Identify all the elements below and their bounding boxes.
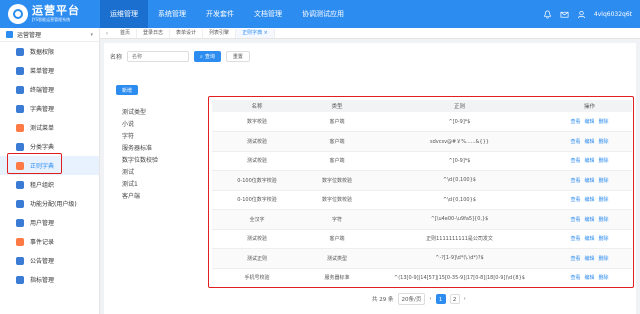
menu-icon [16, 180, 24, 189]
type-list-item[interactable]: 服务器标准 [122, 143, 192, 155]
reset-button[interactable]: 重置 [225, 51, 250, 62]
topnav-item-system[interactable]: 系统管理 [148, 0, 196, 28]
page-tabs-bar: ‹ 首页 登录日志 表单设计 列表引擎 正则字典 × [100, 28, 640, 39]
chevron-left-icon[interactable]: ‹ [100, 30, 114, 37]
app-logo[interactable]: 运营平台 JYS智能运营管理系统 [0, 4, 100, 24]
sidebar-item-data-permission[interactable]: 数据权限 [0, 42, 99, 61]
menu-icon [16, 85, 24, 94]
highlight-box-table [208, 96, 634, 288]
sidebar-group-label: 运营管理 [17, 32, 42, 39]
user-icon[interactable] [577, 10, 586, 19]
type-list-item[interactable]: 测试类型 [122, 107, 192, 119]
pagination: 共 29 条 20条/页 ‹ 1 2 › [372, 293, 466, 305]
tab-login-log[interactable]: 登录日志 [137, 28, 171, 38]
bell-icon[interactable] [543, 10, 552, 19]
chevron-left-icon[interactable]: ‹ [429, 296, 431, 302]
menu-icon [16, 237, 24, 246]
top-nav: 运维管理 系统管理 开发套件 文档管理 协调测试应用 [100, 0, 354, 28]
sidebar-item-tenant-org[interactable]: 租户组织 [0, 175, 99, 194]
top-right-tools: 4vlq6032q6t [543, 0, 632, 28]
tab-form-design[interactable]: 表单设计 [170, 28, 204, 38]
top-bar: 运营平台 JYS智能运营管理系统 运维管理 系统管理 开发套件 文档管理 协调测… [0, 0, 640, 28]
type-list-item[interactable]: 客户端 [122, 191, 192, 203]
grid-icon [6, 31, 13, 38]
sidebar-item-menu-management[interactable]: 菜单管理 [0, 61, 99, 80]
sidebar-item-event-log[interactable]: 事件记录 [0, 232, 99, 251]
sidebar-item-user-management[interactable]: 用户管理 [0, 213, 99, 232]
topnav-item-docs[interactable]: 文档管理 [244, 0, 292, 28]
total-count: 共 29 条 [372, 297, 394, 303]
logo-icon [8, 4, 28, 24]
mail-icon[interactable] [560, 10, 569, 19]
topnav-item-dev-kit[interactable]: 开发套件 [196, 0, 244, 28]
menu-icon [16, 123, 24, 132]
type-list-item[interactable]: 数字位数校验 [122, 155, 192, 167]
app-subtitle: JYS智能运营管理系统 [32, 17, 71, 22]
sidebar-item-terminal-management[interactable]: 终端管理 [0, 80, 99, 99]
search-label: 名称 [110, 54, 123, 61]
chevron-right-icon[interactable]: › [464, 296, 466, 302]
menu-icon [16, 199, 24, 208]
add-button[interactable]: 新增 [116, 85, 139, 95]
tab-list-engine[interactable]: 列表引擎 [203, 28, 237, 38]
page-button[interactable]: 1 [435, 294, 446, 304]
sidebar-item-dictionary[interactable]: 字典管理 [0, 99, 99, 118]
menu-icon [16, 104, 24, 113]
menu-icon [16, 142, 24, 151]
sidebar-item-test-menu[interactable]: 测试菜单 [0, 118, 99, 137]
page-size-select[interactable]: 20条/页 [397, 293, 426, 305]
menu-icon [16, 66, 24, 75]
tab-home[interactable]: 首页 [114, 28, 138, 38]
type-list-item[interactable]: 字符 [122, 131, 192, 143]
name-search-input[interactable] [127, 51, 190, 62]
menu-icon [16, 218, 24, 227]
tab-regex-dictionary[interactable]: 正则字典 × [236, 28, 275, 38]
sidebar-item-function-assignment[interactable]: 功能分配(用户级) [0, 194, 99, 213]
main-content: 名称 ⌕查询 重置 新增 测试类型 小说 字符 服务器标准 数字位数校验 测试 … [104, 43, 636, 314]
sidebar-item-metrics[interactable]: 指标管理 [0, 270, 99, 289]
menu-icon [16, 256, 24, 265]
search-icon: ⌕ [200, 53, 203, 60]
type-list-item[interactable]: 测试 [122, 167, 192, 179]
menu-icon [16, 275, 24, 284]
chevron-down-icon: ▾ [90, 31, 93, 38]
highlight-box-sidebar [7, 153, 62, 174]
topnav-item-ops[interactable]: 运维管理 [100, 0, 148, 28]
user-name[interactable]: 4vlq6032q6t [594, 11, 632, 18]
menu-icon [16, 47, 24, 56]
sidebar-group-header[interactable]: 运营管理 ▾ [0, 28, 99, 42]
type-list-item[interactable]: 测试1 [122, 179, 192, 191]
search-button[interactable]: ⌕ 查询 [194, 51, 221, 62]
sidebar-item-announcements[interactable]: 公告管理 [0, 251, 99, 270]
app-title: 运营平台 [32, 4, 80, 17]
page-button[interactable]: 2 [449, 294, 460, 304]
topnav-item-test-app[interactable]: 协调测试应用 [292, 0, 354, 28]
type-list: 测试类型 小说 字符 服务器标准 数字位数校验 测试 测试1 客户端 [122, 107, 192, 203]
type-list-item[interactable]: 小说 [122, 119, 192, 131]
search-form: 名称 ⌕查询 重置 [110, 51, 250, 62]
